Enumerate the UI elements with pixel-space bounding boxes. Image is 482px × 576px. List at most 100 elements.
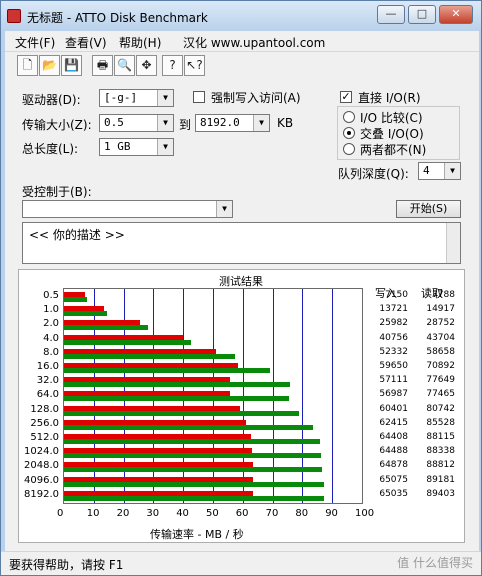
description-scrollbar[interactable] [446, 223, 460, 263]
write-value: 65035 [379, 488, 408, 499]
neither-radio[interactable] [343, 143, 355, 155]
print-preview-button[interactable]: 🔍 [114, 55, 135, 76]
read-bar [64, 424, 313, 430]
check-icon: ✓ [341, 90, 351, 103]
direct-io-label: 直接 I/O(R) [358, 91, 421, 105]
direct-io-checkbox[interactable]: ✓ [340, 91, 352, 103]
read-bar [64, 339, 192, 345]
menu-localization-link[interactable]: 汉化 www.upantool.com [183, 34, 325, 51]
menu-view[interactable]: 查看(V) [65, 34, 107, 51]
x-tick-label: 20 [116, 508, 130, 519]
settings-panel: 驱动器(D): [-g-] ▼ 强制写入访问(A) 传输大小(Z): 0.5 ▼ 到… [5, 79, 479, 551]
start-button[interactable]: 开始(S) [396, 200, 461, 218]
drive-label: 驱动器(D): [22, 93, 81, 107]
queue-depth-label: 队列深度(Q): [338, 167, 409, 181]
x-tick-label: 60 [235, 508, 249, 519]
controlled-by-label: 受控制于(B): [22, 185, 92, 199]
total-length-value: 1 GB [104, 140, 131, 153]
force-write-checkbox[interactable] [193, 91, 205, 103]
move-button[interactable]: ✥ [136, 55, 157, 76]
read-bar [64, 453, 322, 459]
read-value: 43704 [426, 332, 455, 343]
toolbar: 🗋 📂 💾 🖶 🔍 ✥ ? ↖? [5, 51, 479, 79]
close-icon: ✕ [451, 7, 461, 20]
write-value: 62415 [379, 417, 408, 428]
read-bar [64, 311, 108, 317]
read-value: 88338 [426, 446, 455, 457]
y-tick-label: 128.0 [30, 403, 59, 415]
read-value: 89181 [426, 474, 455, 485]
menu-help[interactable]: 帮助(H) [119, 34, 161, 51]
menu-file[interactable]: 文件(F) [15, 34, 55, 51]
results-chart: 测试结果 写入 读取 写入 读取 传输速率 - MB / 秒 0.5715077… [18, 269, 465, 543]
x-tick-label: 80 [295, 508, 309, 519]
write-value: 65075 [379, 474, 408, 485]
read-value: 14917 [426, 304, 455, 315]
read-value: 7788 [432, 290, 455, 300]
x-tick-label: 70 [265, 508, 279, 519]
chevron-down-icon: ▼ [253, 115, 269, 131]
transfer-from-select[interactable]: 0.5 ▼ [99, 114, 174, 132]
description-box[interactable]: << 你的描述 >> [22, 222, 461, 264]
maximize-button[interactable]: □ [408, 5, 436, 24]
context-help-button[interactable]: ↖? [184, 55, 205, 76]
context-help-icon: ↖? [186, 58, 203, 72]
y-tick-label: 4096.0 [24, 474, 59, 486]
help-button[interactable]: ? [162, 55, 183, 76]
write-value: 64488 [379, 446, 408, 457]
queue-depth-value: 4 [423, 164, 430, 177]
transfer-from-value: 0.5 [104, 116, 124, 129]
read-value: 77649 [426, 375, 455, 386]
write-value: 56987 [379, 389, 408, 400]
new-document-icon: 🗋 [22, 58, 33, 72]
transfer-to-select[interactable]: 8192.0 ▼ [195, 114, 270, 132]
chevron-down-icon: ▼ [157, 90, 173, 106]
close-button[interactable]: ✕ [439, 5, 473, 24]
read-bar [64, 396, 290, 402]
read-bar [64, 382, 290, 388]
y-tick-label: 2.0 [43, 318, 59, 330]
x-tick-label: 90 [325, 508, 338, 519]
move-icon: ✥ [141, 58, 152, 72]
neither-label: 两者都不(N) [360, 143, 427, 157]
read-bar [64, 467, 323, 473]
description-text: << 你的描述 >> [29, 228, 125, 242]
help-icon: ? [169, 58, 176, 72]
write-value: 60401 [379, 403, 408, 414]
transfer-to-value: 8192.0 [200, 116, 240, 129]
minimize-icon: — [385, 7, 397, 20]
force-write-label: 强制写入访问(A) [211, 91, 301, 105]
write-value: 13721 [379, 304, 408, 315]
write-value: 64878 [379, 460, 408, 471]
y-tick-label: 8.0 [43, 346, 59, 358]
io-compare-radio[interactable] [343, 111, 355, 123]
print-icon: 🖶 [96, 58, 109, 72]
read-bar [64, 495, 325, 501]
y-tick-label: 64.0 [36, 389, 59, 401]
status-text: 要获得帮助，请按 F1 [9, 558, 124, 572]
save-icon: 💾 [64, 58, 79, 72]
chevron-down-icon: ▼ [216, 201, 232, 217]
x-tick-label: 10 [86, 508, 100, 519]
new-button[interactable]: 🗋 [17, 55, 38, 76]
maximize-icon: □ [416, 7, 428, 20]
read-value: 70892 [426, 361, 455, 371]
y-tick-label: 256.0 [30, 417, 59, 429]
write-value: 52332 [379, 346, 408, 357]
drive-select[interactable]: [-g-] ▼ [99, 89, 174, 107]
overlap-io-radio[interactable] [343, 127, 355, 139]
queue-depth-select[interactable]: 4 ▼ [418, 162, 461, 180]
total-length-select[interactable]: 1 GB ▼ [99, 138, 174, 156]
minimize-button[interactable]: — [377, 5, 405, 24]
controlled-by-select[interactable]: ▼ [22, 200, 233, 218]
print-button[interactable]: 🖶 [92, 55, 113, 76]
read-value: 58658 [426, 346, 455, 357]
read-value: 77465 [426, 389, 455, 400]
open-button[interactable]: 📂 [39, 55, 60, 76]
x-tick-label: 100 [355, 508, 375, 519]
save-button[interactable]: 💾 [61, 55, 82, 76]
open-folder-icon: 📂 [42, 58, 57, 72]
x-tick-label: 50 [206, 508, 219, 519]
app-window: 无标题 - ATTO Disk Benchmark — □ ✕ 文件(F) 查看… [0, 0, 482, 576]
y-tick-label: 16.0 [36, 361, 59, 372]
